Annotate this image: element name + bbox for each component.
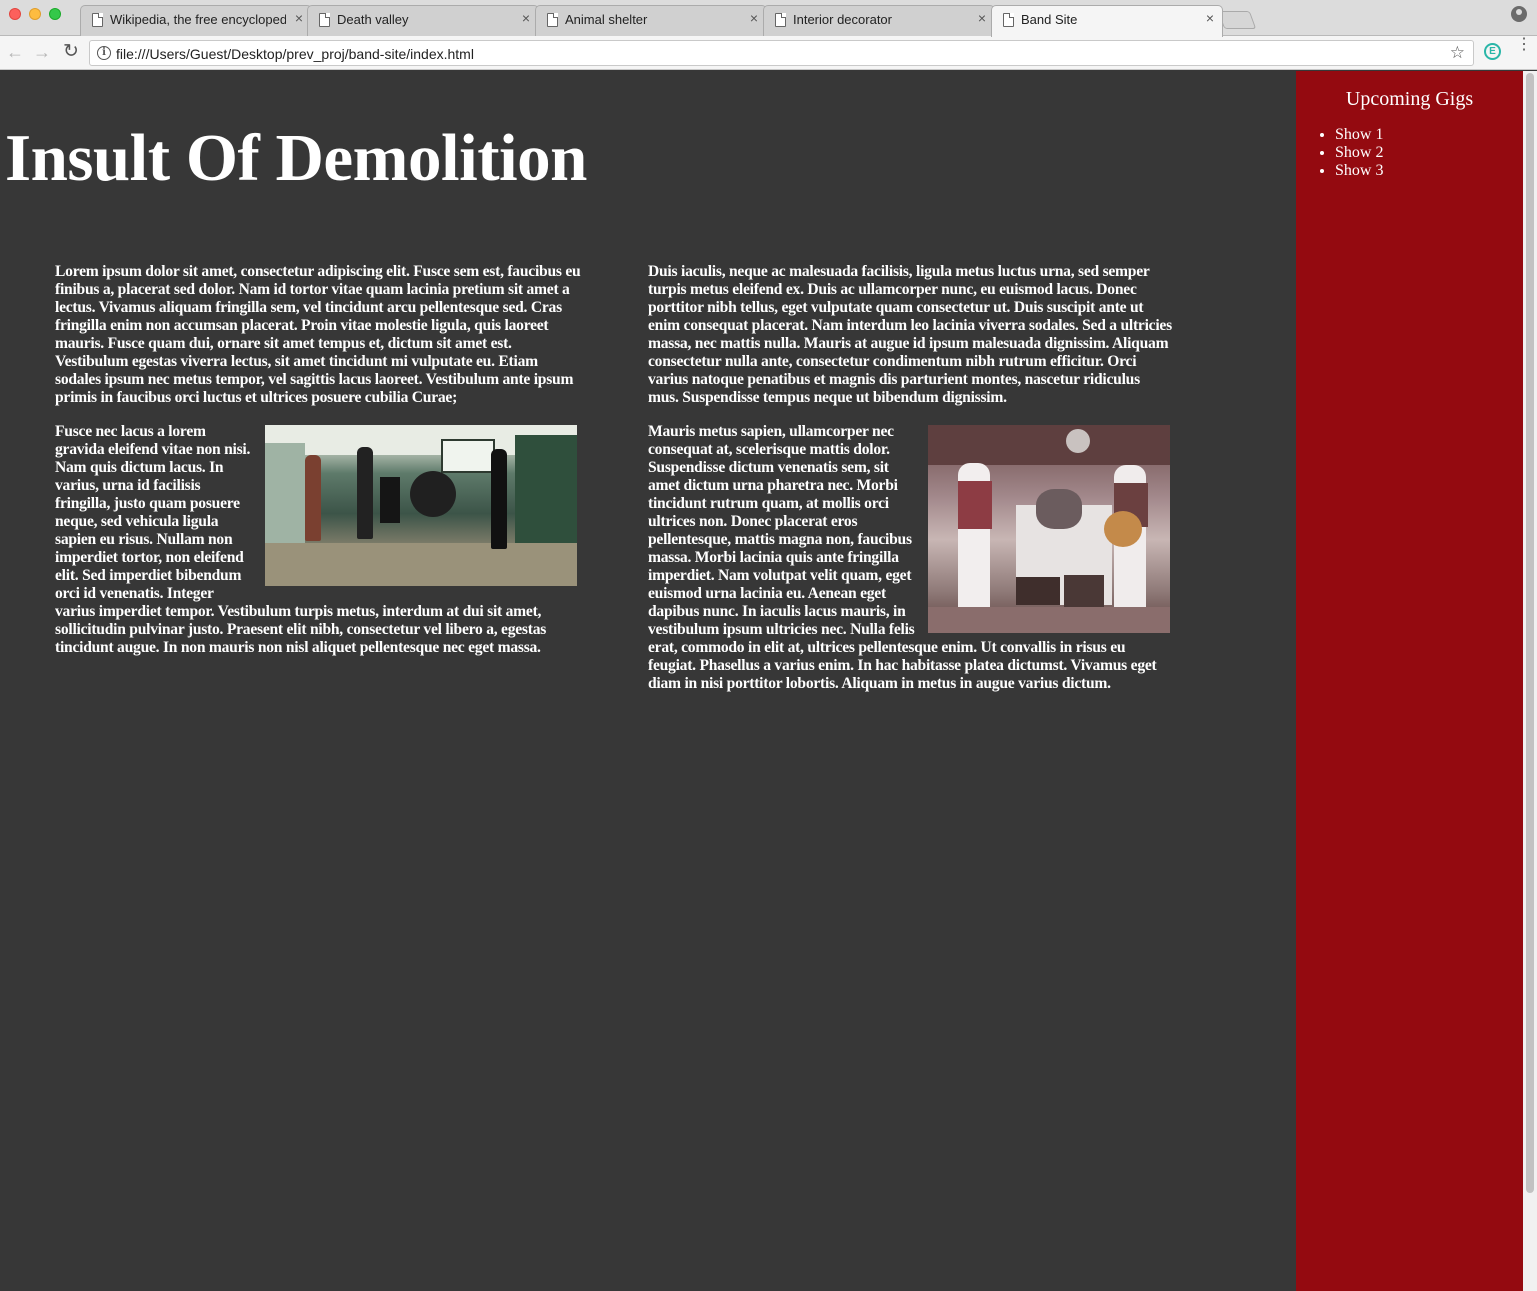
profile-icon[interactable]: [1511, 6, 1527, 22]
band-photo-rehearsal: [265, 425, 577, 586]
page-icon: [547, 13, 558, 27]
tab-title: Death valley: [337, 12, 409, 27]
page-icon: [1003, 13, 1014, 27]
tab-close-icon[interactable]: ×: [1206, 10, 1214, 26]
paragraph: Duis iaculis, neque ac malesuada facilis…: [648, 263, 1172, 406]
tab-close-icon[interactable]: ×: [522, 10, 530, 26]
gig-list-item: Show 1: [1335, 126, 1523, 144]
kebab-menu-icon[interactable]: ⋮: [1516, 37, 1532, 53]
tab-death-valley[interactable]: Death valley ×: [307, 5, 539, 36]
arrow-left-icon[interactable]: ←: [4, 41, 26, 63]
scrollbar-thumb[interactable]: [1526, 73, 1534, 1193]
page-icon: [319, 13, 330, 27]
page-viewport: Insult Of Demolition Lorem ipsum dolor s…: [0, 71, 1537, 1291]
gig-list: Show 1 Show 2 Show 3: [1296, 126, 1523, 180]
main-content: Insult Of Demolition Lorem ipsum dolor s…: [0, 71, 1296, 1291]
browser-tab-bar: Wikipedia, the free encycloped × Death v…: [0, 0, 1537, 37]
tab-band-site[interactable]: Band Site ×: [991, 5, 1223, 37]
content-column-left: Lorem ipsum dolor sit amet, consectetur …: [55, 263, 581, 673]
tab-animal-shelter[interactable]: Animal shelter ×: [535, 5, 767, 36]
tab-title: Band Site: [1021, 12, 1078, 27]
star-icon[interactable]: ☆: [1450, 43, 1465, 63]
band-title: Insult Of Demolition: [5, 121, 587, 195]
url-text[interactable]: file:///Users/Guest/Desktop/prev_proj/ba…: [116, 46, 474, 62]
extension-e-icon[interactable]: E: [1484, 43, 1501, 60]
tab-interior-decorator[interactable]: Interior decorator ×: [763, 5, 995, 36]
page-icon: [775, 13, 786, 27]
upcoming-gigs-sidebar: Upcoming Gigs Show 1 Show 2 Show 3: [1296, 71, 1523, 1291]
gig-list-item: Show 3: [1335, 162, 1523, 180]
tab-close-icon[interactable]: ×: [750, 10, 758, 26]
band-photo-vintage: [928, 425, 1170, 633]
arrow-right-icon[interactable]: →: [31, 41, 53, 63]
browser-toolbar: ← → ↻ i file:///Users/Guest/Desktop/prev…: [0, 36, 1537, 70]
close-window-button[interactable]: [9, 8, 21, 20]
minimize-window-button[interactable]: [29, 8, 41, 20]
tab-close-icon[interactable]: ×: [295, 10, 303, 26]
tab-title: Animal shelter: [565, 12, 648, 27]
paragraph: Lorem ipsum dolor sit amet, consectetur …: [55, 263, 581, 406]
gig-list-item: Show 2: [1335, 144, 1523, 162]
page-icon: [92, 13, 103, 27]
zoom-window-button[interactable]: [49, 8, 61, 20]
sidebar-heading: Upcoming Gigs: [1345, 88, 1474, 110]
tab-wikipedia[interactable]: Wikipedia, the free encycloped ×: [80, 5, 312, 36]
address-bar[interactable]: i file:///Users/Guest/Desktop/prev_proj/…: [89, 40, 1474, 66]
tab-title: Wikipedia, the free encycloped: [110, 12, 286, 27]
content-column-right: Duis iaculis, neque ac malesuada facilis…: [648, 263, 1174, 709]
new-tab-button[interactable]: [1217, 11, 1257, 29]
reload-icon[interactable]: ↻: [60, 41, 82, 63]
info-icon[interactable]: i: [97, 46, 111, 60]
tab-close-icon[interactable]: ×: [978, 10, 986, 26]
tab-title: Interior decorator: [793, 12, 892, 27]
vertical-scrollbar[interactable]: [1523, 71, 1537, 1291]
